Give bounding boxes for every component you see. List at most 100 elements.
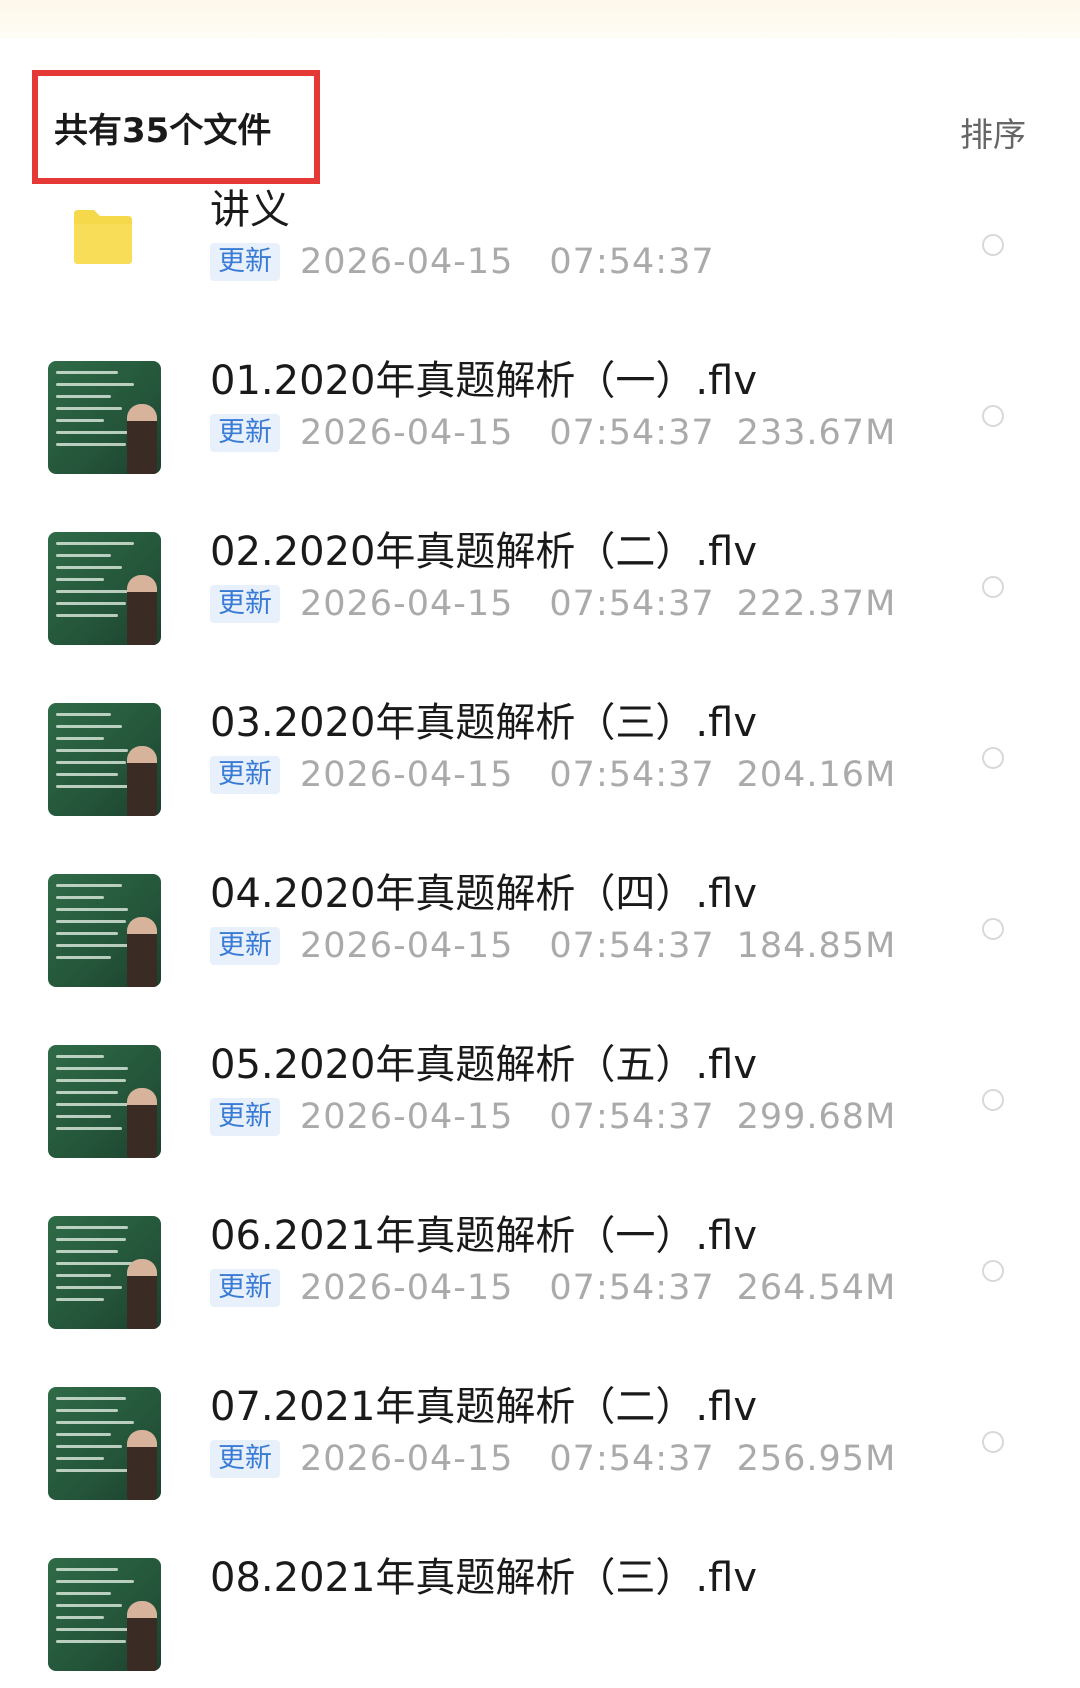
file-row[interactable]: 讲义 更新 2026-04-15 07:54:37 — [0, 170, 1080, 320]
board-text-line — [56, 383, 134, 386]
board-text-line — [56, 761, 126, 764]
lecturer-figure — [127, 575, 157, 645]
board-text-line — [56, 1286, 122, 1289]
board-text-line — [56, 920, 126, 923]
file-name: 03.2020年真题解析（三）.flv — [210, 700, 757, 746]
file-date: 2026-04-15 — [300, 584, 514, 624]
file-size: 256.95M — [736, 1439, 897, 1479]
board-text-line — [56, 1469, 128, 1472]
board-text-line — [56, 431, 128, 434]
file-date: 2026-04-15 — [300, 413, 514, 453]
board-text-line — [56, 1091, 118, 1094]
video-thumbnail — [48, 1558, 161, 1671]
file-row[interactable]: 02.2020年真题解析（二）.flv 更新 2026-04-15 07:54:37 2… — [0, 512, 1080, 662]
board-text-line — [56, 1238, 126, 1241]
board-text-line — [56, 1640, 126, 1643]
video-thumbnail — [48, 1045, 161, 1158]
video-thumbnail — [48, 361, 161, 474]
file-size: 184.85M — [736, 926, 897, 966]
board-text-line — [56, 1298, 104, 1301]
select-radio[interactable] — [982, 747, 1004, 769]
file-time: 07:54:37 — [549, 1097, 715, 1137]
file-row[interactable]: 07.2021年真题解析（二）.flv 更新 2026-04-15 07:54:37 2… — [0, 1367, 1080, 1517]
board-text-line — [56, 419, 104, 422]
lecturer-figure — [127, 1430, 157, 1500]
board-text-line — [56, 578, 104, 581]
update-badge: 更新 — [210, 756, 280, 794]
select-radio[interactable] — [982, 405, 1004, 427]
board-text-line — [56, 1409, 118, 1412]
board-text-line — [56, 1628, 128, 1631]
video-thumbnail — [48, 1216, 161, 1329]
board-text-line — [56, 1421, 134, 1424]
file-name: 02.2020年真题解析（二）.flv — [210, 529, 757, 575]
board-text-line — [56, 1616, 104, 1619]
file-date: 2026-04-15 — [300, 755, 514, 795]
file-time: 07:54:37 — [549, 1439, 715, 1479]
file-row[interactable]: 08.2021年真题解析（三）.flv — [0, 1538, 1080, 1688]
board-text-line — [56, 932, 118, 935]
board-text-line — [56, 1127, 122, 1130]
lecturer-figure — [127, 404, 157, 474]
file-row[interactable]: 03.2020年真题解析（三）.flv 更新 2026-04-15 07:54:37 2… — [0, 683, 1080, 833]
board-text-line — [56, 884, 122, 887]
board-text-line — [56, 908, 128, 911]
sort-button[interactable]: 排序 — [960, 108, 1026, 156]
board-text-line — [56, 602, 126, 605]
update-badge: 更新 — [210, 243, 280, 281]
file-time: 07:54:37 — [549, 755, 715, 795]
board-text-line — [56, 1055, 104, 1058]
board-text-line — [56, 395, 111, 398]
board-text-line — [56, 1433, 111, 1436]
file-meta: 更新 2026-04-15 07:54:37 204.16M — [210, 755, 896, 795]
file-name: 08.2021年真题解析（三）.flv — [210, 1555, 757, 1601]
file-date: 2026-04-15 — [300, 1097, 514, 1137]
file-size: 204.16M — [736, 755, 897, 795]
lecturer-figure — [127, 1088, 157, 1158]
board-text-line — [56, 944, 134, 947]
file-name: 04.2020年真题解析（四）.flv — [210, 871, 757, 917]
board-text-line — [56, 1103, 134, 1106]
board-text-line — [56, 371, 118, 374]
file-row[interactable]: 05.2020年真题解析（五）.flv 更新 2026-04-15 07:54:37 2… — [0, 1025, 1080, 1175]
board-text-line — [56, 614, 118, 617]
board-text-line — [56, 443, 126, 446]
file-meta: 更新 2026-04-15 07:54:37 256.95M — [210, 1439, 896, 1479]
file-row[interactable]: 01.2020年真题解析（一）.flv 更新 2026-04-15 07:54:37 2… — [0, 341, 1080, 491]
update-badge: 更新 — [210, 414, 280, 452]
board-text-line — [56, 1067, 128, 1070]
select-radio[interactable] — [982, 1260, 1004, 1282]
select-radio[interactable] — [982, 918, 1004, 940]
select-radio[interactable] — [982, 1431, 1004, 1453]
board-text-line — [56, 896, 104, 899]
file-name: 06.2021年真题解析（一）.flv — [210, 1213, 757, 1259]
video-thumbnail — [48, 874, 161, 987]
board-text-line — [56, 1397, 126, 1400]
select-radio[interactable] — [982, 1089, 1004, 1111]
board-text-line — [56, 1445, 122, 1448]
header: 共有35个文件 排序 — [0, 38, 1080, 184]
file-size: 222.37M — [736, 584, 897, 624]
file-name: 07.2021年真题解析（二）.flv — [210, 1384, 757, 1430]
board-text-line — [56, 1592, 111, 1595]
board-text-line — [56, 1079, 126, 1082]
file-date: 2026-04-15 — [300, 1439, 514, 1479]
file-time: 07:54:37 — [549, 1268, 715, 1308]
lecturer-figure — [127, 1601, 157, 1671]
file-date: 2026-04-15 — [300, 1268, 514, 1308]
select-radio[interactable] — [982, 234, 1004, 256]
board-text-line — [56, 1604, 122, 1607]
file-time: 07:54:37 — [549, 242, 715, 282]
select-radio[interactable] — [982, 576, 1004, 598]
file-row[interactable]: 04.2020年真题解析（四）.flv 更新 2026-04-15 07:54:37 1… — [0, 854, 1080, 1004]
board-text-line — [56, 773, 118, 776]
file-meta: 更新 2026-04-15 07:54:37 184.85M — [210, 926, 896, 966]
file-row[interactable]: 06.2021年真题解析（一）.flv 更新 2026-04-15 07:54:37 2… — [0, 1196, 1080, 1346]
board-text-line — [56, 956, 111, 959]
board-text-line — [56, 542, 134, 545]
file-date: 2026-04-15 — [300, 926, 514, 966]
video-thumbnail — [48, 532, 161, 645]
board-text-line — [56, 566, 122, 569]
board-text-line — [56, 749, 128, 752]
file-size: 299.68M — [736, 1097, 897, 1137]
